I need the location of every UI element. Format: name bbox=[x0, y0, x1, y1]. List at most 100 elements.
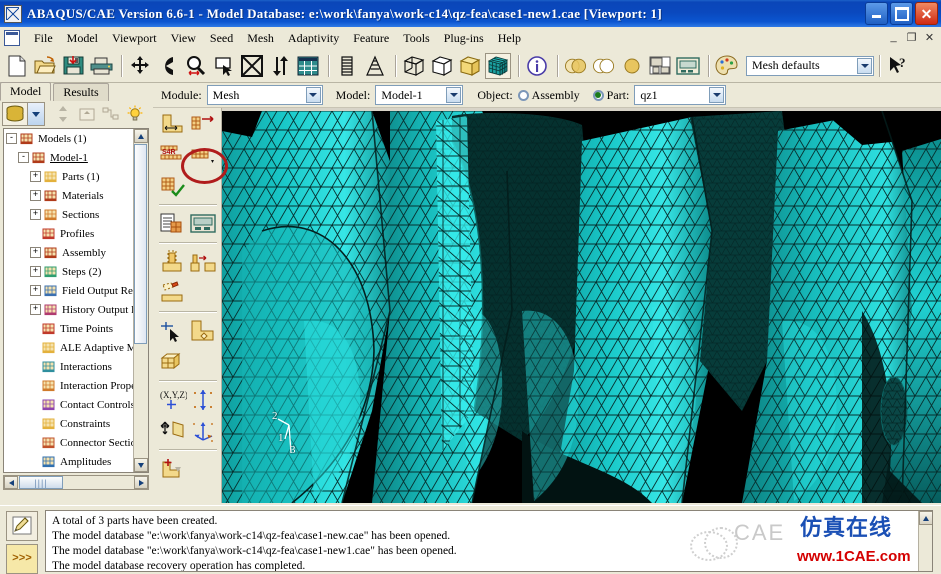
tree-item-analytical-fields[interactable]: +f(x)Analytical Fields bbox=[4, 471, 148, 472]
menu-item-model[interactable]: Model bbox=[60, 29, 105, 48]
collapse-icon[interactable]: - bbox=[6, 133, 17, 144]
model-database-icon[interactable] bbox=[3, 103, 27, 125]
rotate-view-icon[interactable] bbox=[155, 53, 181, 79]
mdi-minimize-button[interactable]: _ bbox=[886, 30, 901, 44]
object-assembly-radio[interactable] bbox=[517, 89, 529, 101]
tree-filter-icon[interactable] bbox=[99, 103, 123, 125]
mdi-close-button[interactable]: ✕ bbox=[922, 30, 937, 44]
print-icon[interactable] bbox=[88, 53, 114, 79]
tree-item-contact-controls[interactable]: Contact Controls bbox=[4, 395, 148, 414]
assign-element-type-icon[interactable]: S4R bbox=[158, 141, 187, 168]
menu-item-seed[interactable]: Seed bbox=[203, 29, 240, 48]
expand-icon[interactable]: + bbox=[30, 190, 41, 201]
collapse-icon[interactable]: - bbox=[18, 152, 29, 163]
tree-item-assembly[interactable]: + Assembly bbox=[4, 243, 148, 262]
assembly-label[interactable]: Assembly bbox=[532, 88, 580, 103]
tree-item-history-output-requests[interactable]: +History Output Requests bbox=[4, 300, 148, 319]
partition-cell-3d-icon[interactable] bbox=[158, 348, 187, 375]
expand-icon[interactable]: + bbox=[30, 304, 41, 315]
model-tree[interactable]: - Models (1) - Model-1 + Parts (1) + Materials +… bbox=[3, 128, 149, 473]
seed-edges-icon[interactable] bbox=[188, 110, 217, 137]
maximize-button[interactable] bbox=[890, 2, 913, 25]
render-mesh-icon[interactable] bbox=[485, 52, 511, 79]
render-hidden-cube-icon[interactable] bbox=[429, 53, 455, 79]
open-file-icon[interactable] bbox=[32, 53, 58, 79]
menu-item-adaptivity[interactable]: Adaptivity bbox=[281, 29, 346, 48]
message-vertical-scrollbar[interactable] bbox=[918, 511, 932, 571]
move-up-level-icon[interactable] bbox=[75, 103, 99, 125]
tree-item-models-1[interactable]: - Models (1) bbox=[4, 129, 148, 148]
tree-vertical-scrollbar[interactable] bbox=[133, 129, 148, 472]
viewport-grid-icon[interactable] bbox=[295, 53, 321, 79]
tree-item-model-1[interactable]: - Model-1 bbox=[4, 148, 148, 167]
menu-item-file[interactable]: File bbox=[27, 29, 60, 48]
tree-item-time-points[interactable]: Time Points bbox=[4, 319, 148, 338]
cycle-views-icon[interactable] bbox=[267, 53, 293, 79]
tree-item-field-output-requests[interactable]: +Field Output Requests bbox=[4, 281, 148, 300]
fit-view-icon[interactable] bbox=[239, 53, 265, 79]
hscroll-right-arrow[interactable] bbox=[134, 476, 148, 489]
message-log[interactable]: A total of 3 parts have been created. Th… bbox=[45, 510, 933, 572]
tree-item-steps-2[interactable]: + Steps (2) bbox=[4, 262, 148, 281]
chevron-down-icon[interactable] bbox=[446, 87, 462, 103]
render-filled-icon[interactable] bbox=[457, 53, 483, 79]
transparency-icon[interactable] bbox=[591, 53, 617, 79]
part-combo[interactable]: qz1 bbox=[634, 85, 727, 105]
create-datum-axis-icon[interactable] bbox=[188, 386, 217, 413]
message-area-icon[interactable] bbox=[6, 511, 38, 541]
hscroll-thumb[interactable]: |||| bbox=[19, 476, 63, 489]
tree-item-parts-1[interactable]: + Parts (1) bbox=[4, 167, 148, 186]
context-help-icon[interactable]: ? bbox=[885, 53, 911, 79]
viewport-annotation-icon[interactable] bbox=[675, 53, 701, 79]
tree-horizontal-scrollbar[interactable]: |||| bbox=[3, 475, 149, 490]
tab-model[interactable]: Model bbox=[0, 82, 52, 101]
render-wireframe-icon[interactable] bbox=[334, 53, 360, 79]
create-datum-plane-icon[interactable] bbox=[158, 417, 187, 444]
overlay-plot-icon[interactable] bbox=[563, 53, 589, 79]
save-file-icon[interactable] bbox=[60, 53, 86, 79]
menu-item-feature[interactable]: Feature bbox=[346, 29, 396, 48]
tree-item-sections[interactable]: + Sections bbox=[4, 205, 148, 224]
tree-item-interactions[interactable]: Interactions bbox=[4, 357, 148, 376]
color-mode-combo[interactable]: Mesh defaults bbox=[746, 55, 874, 76]
menu-item-viewport[interactable]: Viewport bbox=[105, 29, 164, 48]
scroll-down-arrow[interactable] bbox=[134, 458, 148, 472]
menu-item-help[interactable]: Help bbox=[491, 29, 528, 48]
mesh-region-icon[interactable] bbox=[188, 210, 217, 237]
tree-item-constraints[interactable]: Constraints bbox=[4, 414, 148, 433]
object-part-radio[interactable] bbox=[592, 89, 604, 101]
tree-scroll-thumb[interactable] bbox=[134, 144, 147, 344]
close-button[interactable]: ✕ bbox=[915, 2, 938, 25]
hscroll-left-arrow[interactable] bbox=[4, 476, 18, 489]
tree-item-ale-adaptive-mesh-constraints[interactable]: ALE Adaptive Mesh Constraints bbox=[4, 338, 148, 357]
expand-icon[interactable]: + bbox=[30, 285, 41, 296]
sort-updown-icon[interactable] bbox=[51, 103, 75, 125]
create-datum-csys-icon[interactable] bbox=[188, 417, 217, 444]
seed-part-icon[interactable] bbox=[158, 110, 187, 137]
tree-item-interaction-properties[interactable]: Interaction Properties bbox=[4, 376, 148, 395]
edit-mesh-icon[interactable] bbox=[158, 279, 187, 306]
render-hidden-icon[interactable] bbox=[362, 53, 388, 79]
verify-mesh-icon[interactable] bbox=[158, 172, 187, 199]
menu-item-plugins[interactable]: Plug-ins bbox=[437, 29, 491, 48]
create-datum-point-icon[interactable]: (X,Y,Z) bbox=[158, 386, 187, 413]
color-sphere-icon[interactable] bbox=[619, 53, 645, 79]
pan-view-icon[interactable] bbox=[127, 53, 153, 79]
document-window-icon[interactable] bbox=[4, 30, 20, 46]
create-set-icon[interactable] bbox=[158, 455, 187, 482]
expand-icon[interactable]: + bbox=[30, 247, 41, 258]
model-combo[interactable]: Model-1 bbox=[375, 85, 464, 105]
menu-item-mesh[interactable]: Mesh bbox=[240, 29, 281, 48]
menu-item-tools[interactable]: Tools bbox=[396, 29, 437, 48]
tree-item-amplitudes[interactable]: Amplitudes bbox=[4, 452, 148, 471]
tab-results[interactable]: Results bbox=[53, 83, 109, 101]
color-palette-icon[interactable] bbox=[714, 53, 740, 79]
query-entity-icon[interactable] bbox=[158, 317, 187, 344]
magnify-view-icon[interactable] bbox=[183, 53, 209, 79]
box-zoom-icon[interactable] bbox=[211, 53, 237, 79]
viewport-1[interactable]: 2 1 3 bbox=[222, 108, 941, 503]
partition-cell-icon[interactable] bbox=[158, 248, 187, 275]
mesh-part-icon[interactable] bbox=[158, 210, 187, 237]
scroll-up-arrow[interactable] bbox=[134, 129, 148, 143]
virtual-topology-icon[interactable] bbox=[188, 248, 217, 275]
